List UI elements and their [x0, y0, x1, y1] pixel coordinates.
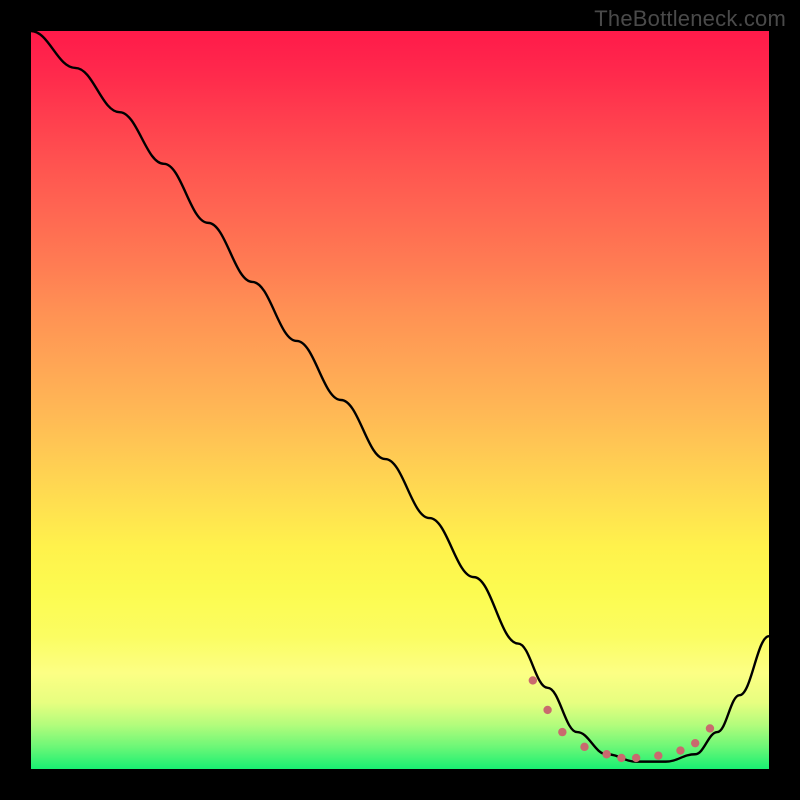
marker-dot: [632, 754, 640, 762]
marker-dot: [558, 728, 566, 736]
marker-dot: [676, 746, 684, 754]
marker-dot: [654, 752, 662, 760]
marker-dot: [543, 706, 551, 714]
watermark-text: TheBottleneck.com: [594, 6, 786, 32]
chart-root: TheBottleneck.com: [0, 0, 800, 800]
marker-dot: [691, 739, 699, 747]
marker-dot: [706, 724, 714, 732]
marker-dot: [602, 750, 610, 758]
marker-dot: [580, 743, 588, 751]
marker-dot: [529, 676, 537, 684]
plot-area: [31, 31, 769, 769]
marker-dot: [617, 754, 625, 762]
bottleneck-curve: [31, 31, 769, 769]
